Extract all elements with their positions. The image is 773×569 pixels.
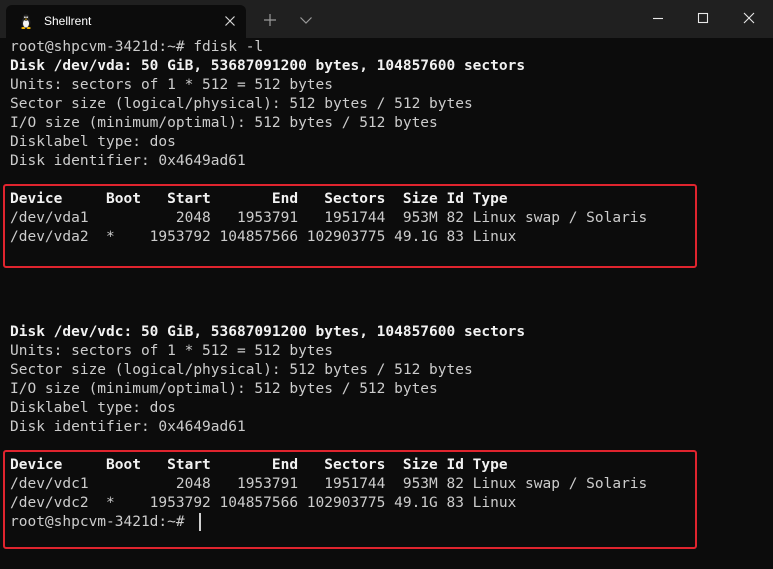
- highlight-box-vdc-partitions: [3, 450, 697, 549]
- terminal-line: root@shpcvm-3421d:~# fdisk -l: [10, 39, 264, 55]
- terminal-line: Disk /dev/vdc: 50 GiB, 53687091200 bytes…: [10, 324, 526, 340]
- terminal-line: Units: sectors of 1 * 512 = 512 bytes: [10, 343, 334, 359]
- tab-title: Shellrent: [44, 14, 92, 28]
- tab-shellrent[interactable]: Shellrent: [6, 5, 246, 38]
- terminal-line: I/O size (minimum/optimal): 512 bytes / …: [10, 381, 438, 397]
- close-window-icon[interactable]: [741, 10, 757, 26]
- terminal-line: Disklabel type: dos: [10, 400, 176, 416]
- terminal-line: Sector size (logical/physical): 512 byte…: [10, 362, 473, 378]
- scrollbar[interactable]: [764, 38, 773, 569]
- chevron-down-icon[interactable]: [298, 12, 314, 28]
- highlight-box-vda-partitions: [3, 184, 697, 268]
- terminal-line: I/O size (minimum/optimal): 512 bytes / …: [10, 115, 438, 131]
- terminal-line: Disklabel type: dos: [10, 134, 176, 150]
- terminal-line: Disk identifier: 0x4649ad61: [10, 419, 246, 435]
- maximize-icon[interactable]: [695, 10, 711, 26]
- terminal-line: Sector size (logical/physical): 512 byte…: [10, 96, 473, 112]
- terminal-line: Disk identifier: 0x4649ad61: [10, 153, 246, 169]
- new-tab-plus-icon[interactable]: [262, 12, 278, 28]
- close-tab-icon[interactable]: [222, 13, 238, 29]
- linux-penguin-icon: [21, 14, 31, 29]
- terminal-line: Units: sectors of 1 * 512 = 512 bytes: [10, 77, 334, 93]
- title-bar: Shellrent: [0, 0, 773, 38]
- minimize-icon[interactable]: [650, 10, 666, 26]
- terminal-line: Disk /dev/vda: 50 GiB, 53687091200 bytes…: [10, 58, 526, 74]
